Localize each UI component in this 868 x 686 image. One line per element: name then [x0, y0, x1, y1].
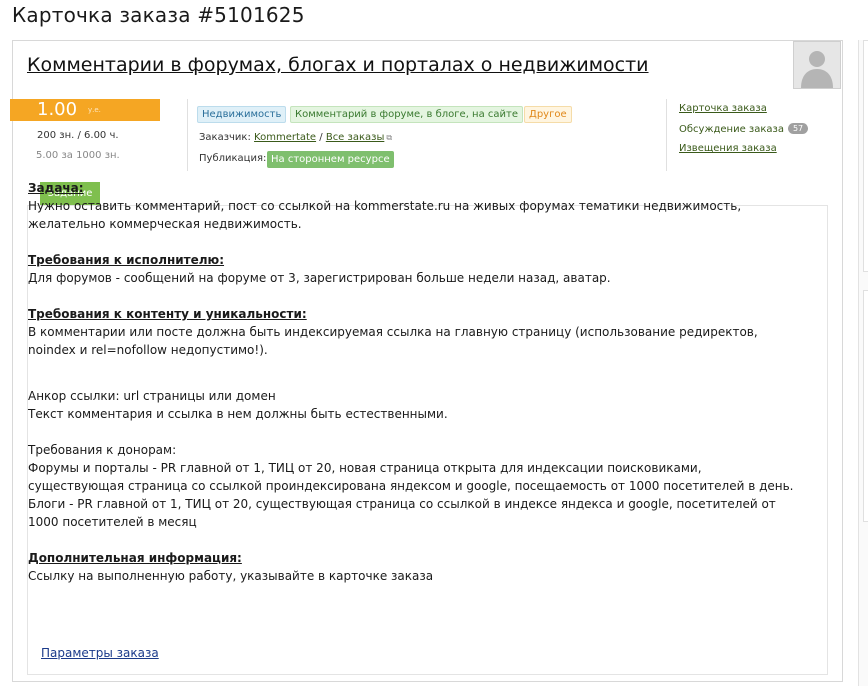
- customer-row: Заказчик: Kommertate / Все заказы ⧉: [199, 132, 392, 143]
- price-badge: 1.00 у.е.: [10, 99, 160, 121]
- publication-row: Публикация:: [199, 153, 266, 164]
- natural-text: Текст комментария и ссылка в нем должны …: [28, 407, 448, 421]
- side-panel-edge: [863, 40, 868, 272]
- donors-blogs-text: Блоги - PR главной от 1, ТИЦ от 20, суще…: [28, 497, 776, 529]
- customer-label: Заказчик:: [199, 132, 251, 143]
- sidebar-link-discussion[interactable]: Обсуждение заказа: [679, 124, 784, 135]
- publication-label: Публикация:: [199, 153, 267, 164]
- content-requirements-text: В комментарии или посте должна быть инде…: [28, 325, 758, 357]
- tag-type[interactable]: Комментарий в форуме, в блоге, на сайте: [290, 106, 523, 123]
- all-orders-link[interactable]: Все заказы: [326, 132, 385, 143]
- anchor-text: Анкор ссылки: url страницы или домен: [28, 389, 276, 403]
- extra-info-heading: Дополнительная информация:: [28, 551, 242, 565]
- sidebar-item-discussion[interactable]: Обсуждение заказа 57: [679, 123, 809, 135]
- external-link-icon: ⧉: [386, 133, 393, 142]
- task-text: Нужно оставить комментарий, пост со ссыл…: [28, 199, 742, 231]
- tag-other[interactable]: Другое: [524, 106, 572, 123]
- separator: /: [319, 132, 323, 143]
- divider: [666, 99, 667, 171]
- publication-badge: На стороннем ресурсе: [267, 151, 394, 168]
- page-title: Карточка заказа #5101625: [12, 3, 305, 27]
- comments-count-badge: 57: [787, 123, 809, 134]
- extra-info-text: Ссылку на выполненную работу, указывайте…: [28, 569, 434, 583]
- order-title-link[interactable]: Комментарии в форумах, блогах и порталах…: [27, 54, 649, 76]
- requirements-text: Для форумов - сообщений на форуме от 3, …: [28, 271, 611, 285]
- requirements-heading: Требования к исполнителю:: [28, 253, 225, 267]
- content-requirements-heading: Требования к контенту и уникальности:: [28, 307, 307, 321]
- donors-title: Требования к донорам:: [28, 443, 177, 457]
- price-value: 1.00: [37, 99, 78, 120]
- price-per-1000: 5.00 за 1000 зн.: [36, 150, 120, 161]
- right-scroll-edge: [858, 40, 868, 686]
- price-unit: у.е.: [88, 106, 101, 114]
- divider: [187, 99, 188, 171]
- task-content: Задача: Нужно оставить комментарий, пост…: [28, 179, 798, 585]
- user-silhouette-icon: [794, 42, 840, 88]
- avatar[interactable]: [793, 41, 841, 89]
- sidebar-link-notifications[interactable]: Извещения заказа: [679, 143, 777, 154]
- sidebar-link-order-card[interactable]: Карточка заказа: [679, 103, 767, 114]
- order-params-link[interactable]: Параметры заказа: [41, 646, 159, 660]
- donors-forums-text: Форумы и порталы - PR главной от 1, ТИЦ …: [28, 461, 794, 493]
- task-heading: Задача:: [28, 181, 84, 195]
- price-rate: 200 зн. / 6.00 ч.: [37, 130, 119, 141]
- tag-category[interactable]: Недвижимость: [197, 106, 287, 123]
- customer-link[interactable]: Kommertate: [254, 132, 316, 143]
- side-panel-edge: [863, 290, 868, 522]
